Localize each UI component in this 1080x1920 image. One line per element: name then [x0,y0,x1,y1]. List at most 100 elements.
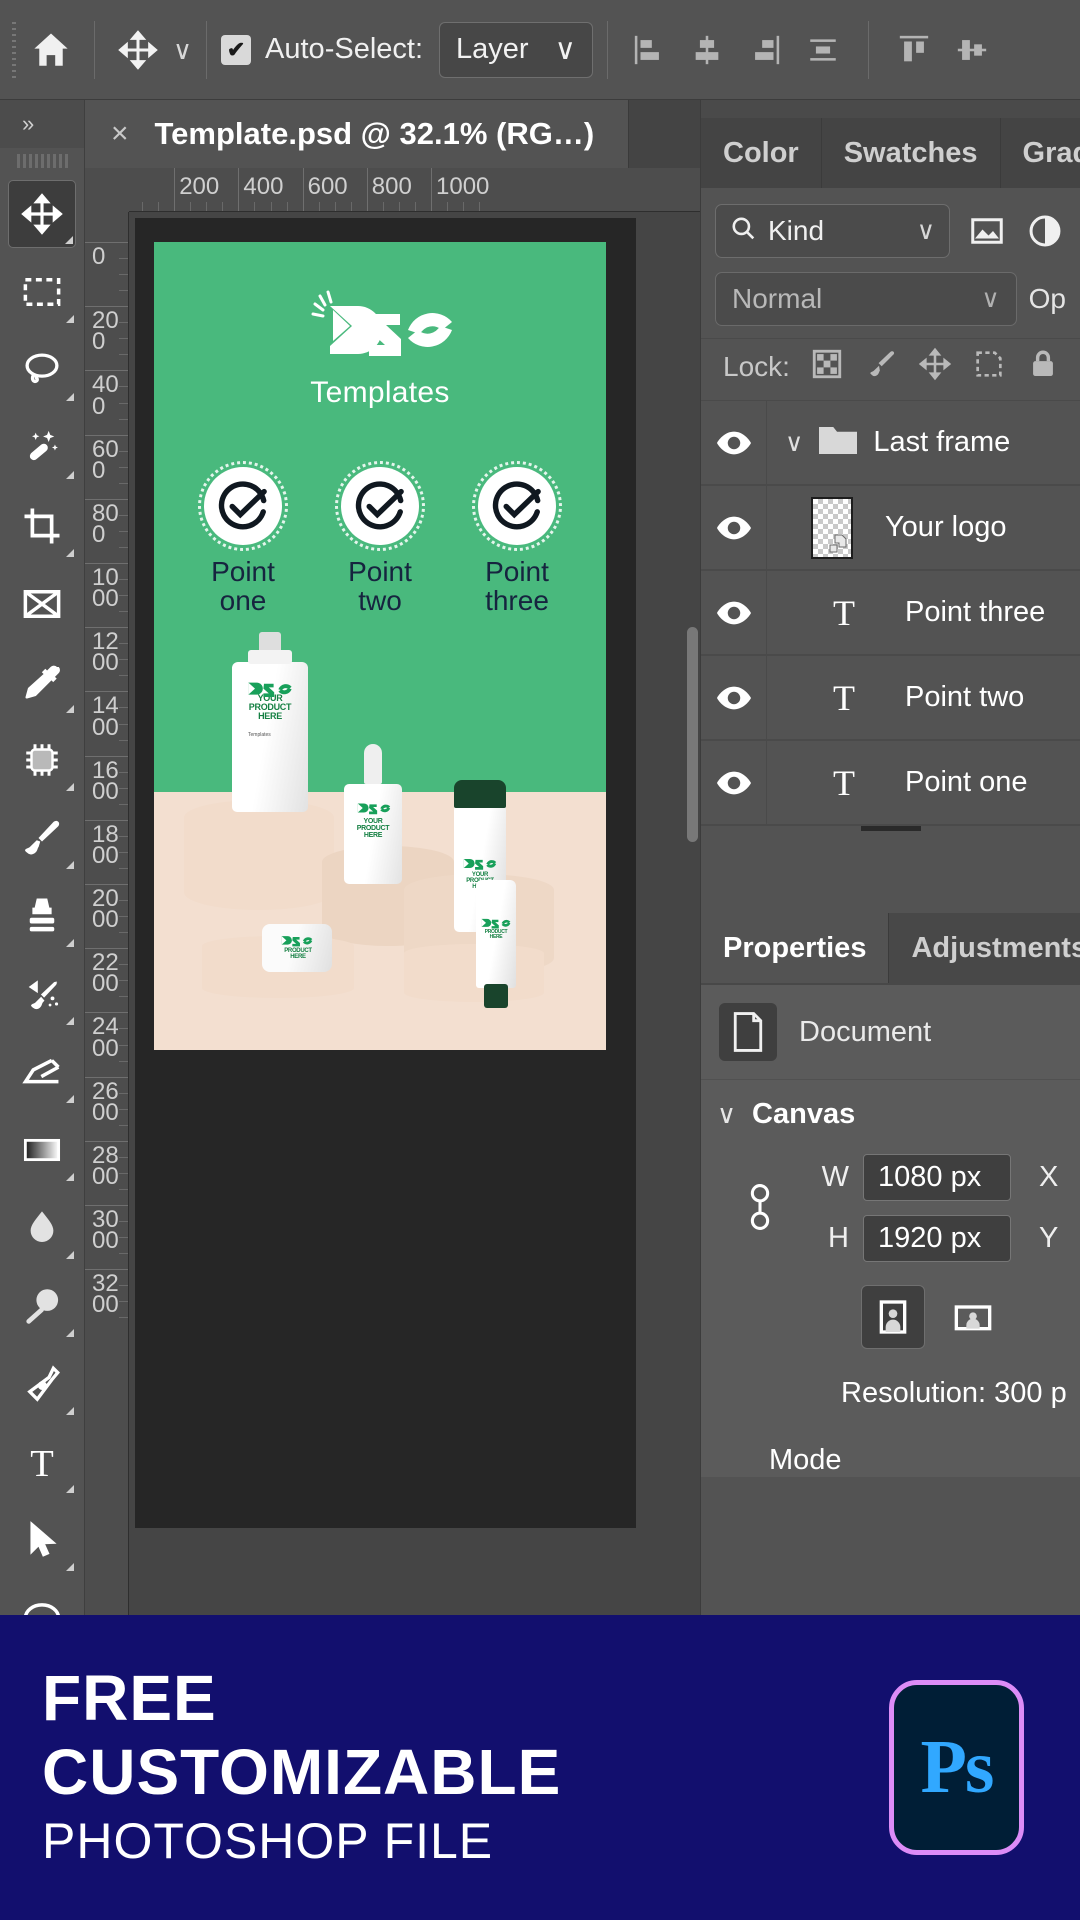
toolbar-grip[interactable] [0,148,84,174]
document-tab[interactable]: × Template.psd @ 32.1% (RG…) [85,100,629,168]
chevron-down-icon[interactable]: ∨ [717,1099,736,1130]
path-selection-tool[interactable] [8,1506,76,1574]
promo-banner-text: FREE CUSTOMIZABLE PHOTOSHOP FILE [42,1661,561,1874]
collapse-toolbar-button[interactable]: » [0,100,84,148]
close-icon[interactable]: × [111,119,129,149]
move-tool-icon[interactable] [109,18,167,82]
svg-text:T: T [30,1443,54,1483]
layer-row-last-frame[interactable]: ∨ Last frame [701,400,1080,485]
promo-line-3: PHOTOSHOP FILE [42,1809,561,1874]
blend-mode-row: Normal ∨ Op [701,268,1080,338]
lock-transparent-pixels-icon[interactable] [810,347,844,386]
auto-select-checkbox[interactable]: ✔ [221,35,251,65]
lasso-tool[interactable] [8,336,76,404]
align-top-edges-icon[interactable] [887,22,941,78]
blur-tool[interactable] [8,1194,76,1262]
spot-healing-brush-tool[interactable] [8,726,76,794]
lock-artboard-nesting-icon[interactable] [972,347,1006,386]
layer-content[interactable]: T Point three [767,592,1080,634]
crop-tool[interactable] [8,492,76,560]
ruler-label: 2400 [92,1016,120,1058]
height-input[interactable]: 1920 px [863,1215,1011,1262]
auto-select-scope-dropdown[interactable]: Layer ∨ [439,22,593,78]
ruler-label: 3200 [92,1273,120,1315]
align-horizontal-centers-icon[interactable] [680,22,734,78]
lock-position-icon[interactable] [918,347,952,386]
layer-name: Point one [905,766,1028,799]
brush-tool[interactable] [8,804,76,872]
artwork-point-one: Point one [184,467,302,615]
tool-flyout-indicator [66,393,74,401]
portrait-orientation-icon[interactable] [861,1285,925,1349]
tab-gradients[interactable]: Grad [1001,118,1080,188]
horizontal-ruler[interactable]: 02004006008001000 [85,168,700,212]
ruler-minor-tick [119,419,128,420]
object-selection-tool[interactable] [8,414,76,482]
artboard[interactable]: Templates [135,218,636,1528]
align-right-edges-icon[interactable] [738,22,792,78]
promo-banner: FREE CUSTOMIZABLE PHOTOSHOP FILE Ps [0,1615,1080,1920]
layer-visibility-toggle[interactable] [701,570,767,655]
canvas-section-header[interactable]: ∨ Canvas [701,1080,1080,1137]
lock-image-pixels-icon[interactable] [864,347,898,386]
chevron-down-icon[interactable]: ∨ [785,428,803,458]
move-tool[interactable] [8,180,76,248]
artwork-canvas[interactable]: Templates [154,242,606,1050]
ruler-minor-tick [119,290,128,291]
layer-name: Point two [905,681,1024,714]
lock-all-icon[interactable] [1026,347,1060,386]
dodge-tool[interactable] [8,1272,76,1340]
check-circle-icon [204,467,282,545]
options-bar-grip[interactable] [8,21,22,79]
layer-visibility-toggle[interactable] [701,740,767,825]
layer-content[interactable]: Your logo [767,497,1080,559]
clone-stamp-tool[interactable] [8,882,76,950]
align-vertical-centers-icon[interactable] [945,22,999,78]
type-tool[interactable]: T [8,1428,76,1496]
color-panel-tabs: Color Swatches Grad [701,118,1080,188]
width-input[interactable]: 1080 px [863,1154,1011,1201]
layer-row-point-three[interactable]: T Point three [701,570,1080,655]
tool-flyout-indicator [66,1407,74,1415]
landscape-orientation-icon[interactable] [941,1285,1005,1349]
layer-visibility-toggle[interactable] [701,655,767,740]
layer-filter-kind-dropdown[interactable]: Kind ∨ [715,204,950,258]
ruler-minor-tick [119,483,128,484]
ruler-minor-tick [119,980,128,981]
layer-visibility-toggle[interactable] [701,485,767,570]
tab-swatches[interactable]: Swatches [822,118,1001,188]
link-dimensions-icon[interactable] [747,1181,773,1238]
panel-drag-bar[interactable] [701,100,1080,118]
blend-mode-dropdown[interactable]: Normal ∨ [715,272,1017,326]
ruler-minor-tick [119,547,128,548]
layer-row-point-two[interactable]: T Point two [701,655,1080,740]
pixel-layer-filter-icon[interactable] [966,210,1008,252]
canvas-vertical-scrollbar[interactable] [687,627,698,842]
home-icon[interactable] [22,18,80,82]
frame-tool[interactable] [8,570,76,638]
layer-row-point-one[interactable]: T Point one [701,740,1080,825]
layer-visibility-toggle[interactable] [701,400,767,485]
layer-row-your-logo[interactable]: Your logo [701,485,1080,570]
tab-color[interactable]: Color [701,118,822,188]
tool-options-chevron-down-icon[interactable]: ∨ [173,37,192,63]
photoshop-window: ∨ ✔ Auto-Select: Layer ∨ [0,0,1080,1920]
artwork-logo-text: Templates [154,376,606,410]
adjustment-layer-filter-icon[interactable] [1024,210,1066,252]
eyedropper-tool[interactable] [8,648,76,716]
history-brush-tool[interactable] [8,960,76,1028]
eraser-tool[interactable] [8,1038,76,1106]
tab-adjustments[interactable]: Adjustments [889,913,1080,983]
tab-properties[interactable]: Properties [701,913,889,983]
distribute-horizontal-icon[interactable] [796,22,850,78]
ruler-minor-tick [119,595,128,596]
pen-tool[interactable] [8,1350,76,1418]
align-left-edges-icon[interactable] [622,22,676,78]
layer-content[interactable]: ∨ Last frame [767,425,1080,461]
layer-content[interactable]: T Point one [767,762,1080,804]
gradient-tool[interactable] [8,1116,76,1184]
panel-resize-handle[interactable] [861,826,921,831]
ruler-label: 1000 [431,173,489,201]
rectangular-marquee-tool[interactable] [8,258,76,326]
layer-content[interactable]: T Point two [767,677,1080,719]
